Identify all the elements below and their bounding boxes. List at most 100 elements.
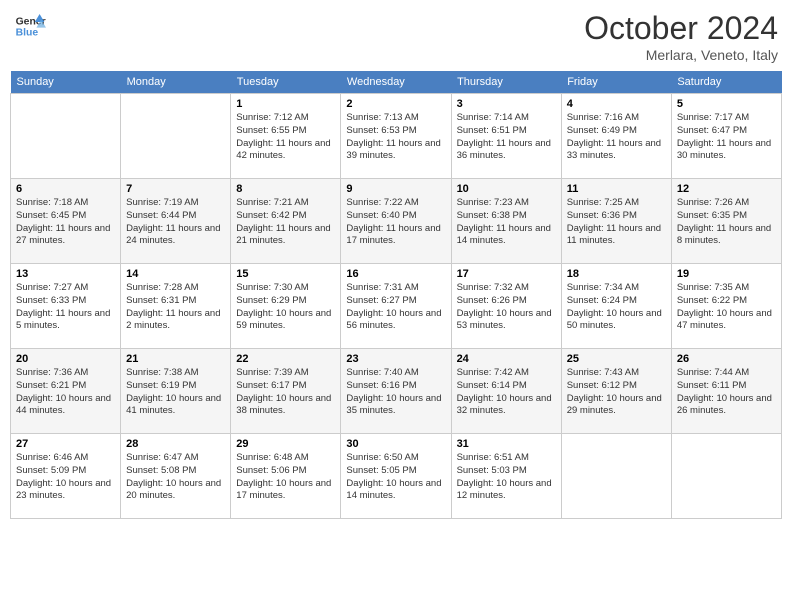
day-info: Sunrise: 7:12 AM Sunset: 6:55 PM Dayligh… xyxy=(236,112,335,163)
calendar-cell: 27Sunrise: 6:46 AM Sunset: 5:09 PM Dayli… xyxy=(11,434,121,519)
day-number: 25 xyxy=(567,353,666,365)
day-info: Sunrise: 7:21 AM Sunset: 6:42 PM Dayligh… xyxy=(236,197,335,248)
weekday-monday: Monday xyxy=(121,71,231,94)
calendar-cell: 11Sunrise: 7:25 AM Sunset: 6:36 PM Dayli… xyxy=(561,179,671,264)
calendar-cell: 14Sunrise: 7:28 AM Sunset: 6:31 PM Dayli… xyxy=(121,264,231,349)
week-row-5: 27Sunrise: 6:46 AM Sunset: 5:09 PM Dayli… xyxy=(11,434,782,519)
week-row-3: 13 Sunrise: 7:27 AM Sunset: 6:33 PM Dayli… xyxy=(11,264,782,349)
calendar-cell: 8 Sunrise: 7:21 AM Sunset: 6:42 PM Daylig… xyxy=(231,179,341,264)
day-info: Sunrise: 7:43 AM Sunset: 6:12 PM Dayligh… xyxy=(567,367,666,418)
calendar-cell: 31 Sunrise: 6:51 AM Sunset: 5:03 PM Dayli… xyxy=(451,434,561,519)
day-info: Sunrise: 7:40 AM Sunset: 6:16 PM Dayligh… xyxy=(346,367,445,418)
day-info: Sunrise: 7:26 AM Sunset: 6:35 PM Dayligh… xyxy=(677,197,776,248)
calendar-cell: 16 Sunrise: 7:31 AM Sunset: 6:27 PM Dayli… xyxy=(341,264,451,349)
calendar-cell: 15Sunrise: 7:30 AM Sunset: 6:29 PM Dayli… xyxy=(231,264,341,349)
day-number: 30 xyxy=(346,438,445,450)
title-block: October 2024 Merlara, Veneto, Italy xyxy=(584,10,778,63)
day-number: 29 xyxy=(236,438,335,450)
day-number: 8 xyxy=(236,183,335,195)
week-row-1: 1 Sunrise: 7:12 AM Sunset: 6:55 PM Daylig… xyxy=(11,94,782,179)
calendar-body: 1 Sunrise: 7:12 AM Sunset: 6:55 PM Daylig… xyxy=(11,94,782,519)
calendar-cell: 13 Sunrise: 7:27 AM Sunset: 6:33 PM Dayli… xyxy=(11,264,121,349)
weekday-header-row: SundayMondayTuesdayWednesdayThursdayFrid… xyxy=(11,71,782,94)
day-info: Sunrise: 6:51 AM Sunset: 5:03 PM Dayligh… xyxy=(457,452,556,503)
day-number: 3 xyxy=(457,98,556,110)
weekday-wednesday: Wednesday xyxy=(341,71,451,94)
day-info: Sunrise: 7:44 AM Sunset: 6:11 PM Dayligh… xyxy=(677,367,776,418)
day-info: Sunrise: 7:35 AM Sunset: 6:22 PM Dayligh… xyxy=(677,282,776,333)
calendar-cell: 6 Sunrise: 7:18 AM Sunset: 6:45 PM Daylig… xyxy=(11,179,121,264)
calendar-cell: 7 Sunrise: 7:19 AM Sunset: 6:44 PM Daylig… xyxy=(121,179,231,264)
day-info: Sunrise: 7:17 AM Sunset: 6:47 PM Dayligh… xyxy=(677,112,776,163)
day-info: Sunrise: 7:36 AM Sunset: 6:21 PM Dayligh… xyxy=(16,367,115,418)
day-info: Sunrise: 6:47 AM Sunset: 5:08 PM Dayligh… xyxy=(126,452,225,503)
day-info: Sunrise: 7:27 AM Sunset: 6:33 PM Dayligh… xyxy=(16,282,115,333)
day-number: 18 xyxy=(567,268,666,280)
calendar-cell: 30 Sunrise: 6:50 AM Sunset: 5:05 PM Dayli… xyxy=(341,434,451,519)
weekday-thursday: Thursday xyxy=(451,71,561,94)
calendar-cell: 24Sunrise: 7:42 AM Sunset: 6:14 PM Dayli… xyxy=(451,349,561,434)
day-number: 20 xyxy=(16,353,115,365)
calendar-cell: 29 Sunrise: 6:48 AM Sunset: 5:06 PM Dayli… xyxy=(231,434,341,519)
day-info: Sunrise: 7:34 AM Sunset: 6:24 PM Dayligh… xyxy=(567,282,666,333)
day-number: 10 xyxy=(457,183,556,195)
day-number: 26 xyxy=(677,353,776,365)
calendar-cell: 4Sunrise: 7:16 AM Sunset: 6:49 PM Daylig… xyxy=(561,94,671,179)
calendar-cell: 2 Sunrise: 7:13 AM Sunset: 6:53 PM Daylig… xyxy=(341,94,451,179)
calendar-cell xyxy=(671,434,781,519)
weekday-saturday: Saturday xyxy=(671,71,781,94)
calendar-cell: 17Sunrise: 7:32 AM Sunset: 6:26 PM Dayli… xyxy=(451,264,561,349)
day-number: 21 xyxy=(126,353,225,365)
week-row-2: 6 Sunrise: 7:18 AM Sunset: 6:45 PM Daylig… xyxy=(11,179,782,264)
calendar-cell: 5 Sunrise: 7:17 AM Sunset: 6:47 PM Daylig… xyxy=(671,94,781,179)
day-info: Sunrise: 7:23 AM Sunset: 6:38 PM Dayligh… xyxy=(457,197,556,248)
day-info: Sunrise: 7:39 AM Sunset: 6:17 PM Dayligh… xyxy=(236,367,335,418)
calendar-cell: 9 Sunrise: 7:22 AM Sunset: 6:40 PM Daylig… xyxy=(341,179,451,264)
day-number: 14 xyxy=(126,268,225,280)
day-info: Sunrise: 7:42 AM Sunset: 6:14 PM Dayligh… xyxy=(457,367,556,418)
logo-icon: General Blue xyxy=(14,10,46,42)
calendar-cell: 23 Sunrise: 7:40 AM Sunset: 6:16 PM Dayli… xyxy=(341,349,451,434)
day-number: 5 xyxy=(677,98,776,110)
day-info: Sunrise: 7:22 AM Sunset: 6:40 PM Dayligh… xyxy=(346,197,445,248)
day-number: 1 xyxy=(236,98,335,110)
day-number: 15 xyxy=(236,268,335,280)
day-number: 7 xyxy=(126,183,225,195)
week-row-4: 20 Sunrise: 7:36 AM Sunset: 6:21 PM Dayli… xyxy=(11,349,782,434)
calendar-cell xyxy=(121,94,231,179)
day-info: Sunrise: 7:13 AM Sunset: 6:53 PM Dayligh… xyxy=(346,112,445,163)
day-number: 23 xyxy=(346,353,445,365)
calendar-cell: 22Sunrise: 7:39 AM Sunset: 6:17 PM Dayli… xyxy=(231,349,341,434)
day-info: Sunrise: 7:31 AM Sunset: 6:27 PM Dayligh… xyxy=(346,282,445,333)
day-number: 12 xyxy=(677,183,776,195)
day-number: 2 xyxy=(346,98,445,110)
day-number: 13 xyxy=(16,268,115,280)
day-number: 16 xyxy=(346,268,445,280)
day-number: 17 xyxy=(457,268,556,280)
calendar-cell: 3Sunrise: 7:14 AM Sunset: 6:51 PM Daylig… xyxy=(451,94,561,179)
day-number: 27 xyxy=(16,438,115,450)
day-info: Sunrise: 7:38 AM Sunset: 6:19 PM Dayligh… xyxy=(126,367,225,418)
day-number: 9 xyxy=(346,183,445,195)
calendar-cell: 20 Sunrise: 7:36 AM Sunset: 6:21 PM Dayli… xyxy=(11,349,121,434)
day-number: 19 xyxy=(677,268,776,280)
calendar-cell: 10 Sunrise: 7:23 AM Sunset: 6:38 PM Dayli… xyxy=(451,179,561,264)
location: Merlara, Veneto, Italy xyxy=(584,47,778,63)
day-info: Sunrise: 7:19 AM Sunset: 6:44 PM Dayligh… xyxy=(126,197,225,248)
day-number: 31 xyxy=(457,438,556,450)
day-info: Sunrise: 6:50 AM Sunset: 5:05 PM Dayligh… xyxy=(346,452,445,503)
calendar-cell: 19 Sunrise: 7:35 AM Sunset: 6:22 PM Dayli… xyxy=(671,264,781,349)
weekday-friday: Friday xyxy=(561,71,671,94)
day-info: Sunrise: 7:25 AM Sunset: 6:36 PM Dayligh… xyxy=(567,197,666,248)
day-number: 6 xyxy=(16,183,115,195)
calendar-cell xyxy=(561,434,671,519)
weekday-sunday: Sunday xyxy=(11,71,121,94)
calendar-cell: 12 Sunrise: 7:26 AM Sunset: 6:35 PM Dayli… xyxy=(671,179,781,264)
calendar-cell: 25 Sunrise: 7:43 AM Sunset: 6:12 PM Dayli… xyxy=(561,349,671,434)
page-header: General Blue October 2024 Merlara, Venet… xyxy=(10,10,782,63)
calendar-table: SundayMondayTuesdayWednesdayThursdayFrid… xyxy=(10,71,782,519)
day-info: Sunrise: 6:48 AM Sunset: 5:06 PM Dayligh… xyxy=(236,452,335,503)
calendar-cell: 28Sunrise: 6:47 AM Sunset: 5:08 PM Dayli… xyxy=(121,434,231,519)
day-info: Sunrise: 7:18 AM Sunset: 6:45 PM Dayligh… xyxy=(16,197,115,248)
day-info: Sunrise: 7:16 AM Sunset: 6:49 PM Dayligh… xyxy=(567,112,666,163)
